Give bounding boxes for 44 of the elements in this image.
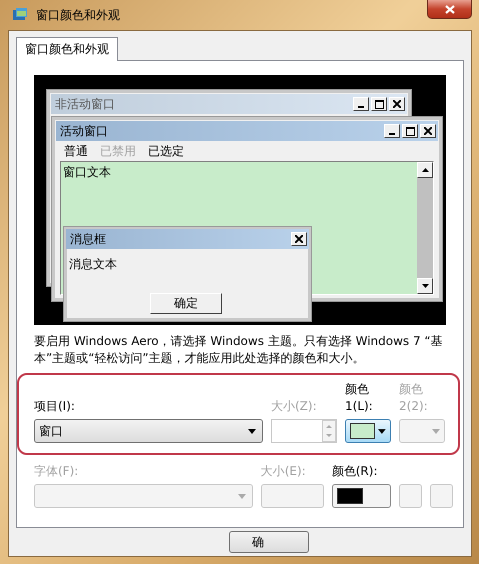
close-icon xyxy=(444,4,454,14)
item-label: 项目(I): xyxy=(34,398,76,415)
maximize-button[interactable] xyxy=(371,97,387,111)
maximize-button[interactable] xyxy=(402,124,418,138)
window-title: 窗口颜色和外观 xyxy=(36,6,120,24)
dropdown-caret-icon xyxy=(248,428,256,434)
tab[interactable]: 窗口颜色和外观 xyxy=(16,37,118,61)
dropdown-caret-icon xyxy=(378,428,386,434)
menu-item[interactable]: 已选定 xyxy=(148,143,184,160)
message-text: 消息文本 xyxy=(69,256,117,273)
close-icon xyxy=(424,127,432,135)
ok-button[interactable]: 确定 xyxy=(150,293,222,314)
up-arrow-icon xyxy=(422,168,428,172)
font-size-label: 大小(E): xyxy=(260,463,307,480)
dropdown-caret-icon xyxy=(238,494,246,498)
app-icon xyxy=(12,8,28,22)
item-dropdown[interactable]: 窗口 xyxy=(34,419,263,443)
color-1-picker[interactable] xyxy=(345,419,391,443)
window-text: 窗口文本 xyxy=(63,164,111,181)
close-button[interactable] xyxy=(427,0,472,19)
scroll-up-button[interactable] xyxy=(417,162,433,178)
close-icon xyxy=(295,235,303,243)
font-label: 字体(F): xyxy=(34,463,80,480)
color-1-label: 颜色 1(L): xyxy=(345,381,374,415)
window-title: 非活动窗口 xyxy=(55,96,115,112)
notice-text: 要启用 Windows Aero，请选择 Windows 主题。只有选择 Windows 7 “基本”主题或“轻松访问”主题，才能应用此处选择的颜色和大小。 xyxy=(34,333,444,367)
color-2-picker[interactable] xyxy=(399,419,445,443)
minimize-button[interactable] xyxy=(384,124,400,138)
font-color-picker[interactable] xyxy=(332,484,391,508)
down-arrow-icon xyxy=(422,284,428,288)
spin-arrows-icon xyxy=(322,420,336,442)
maximize-icon xyxy=(406,126,414,136)
ok-button[interactable]: 确 xyxy=(229,531,309,553)
color-2-label: 颜色 2(2): xyxy=(399,381,429,415)
scroll-down-button[interactable] xyxy=(417,278,433,294)
message-box-title: 消息框 xyxy=(70,230,106,248)
close-icon xyxy=(393,100,401,108)
dropdown-caret-icon xyxy=(432,428,440,434)
window-title: 活动窗口 xyxy=(60,122,108,140)
menu-item[interactable]: 普通 xyxy=(64,143,88,160)
font-color-label: 颜色(R): xyxy=(332,463,378,480)
size-label: 大小(Z): xyxy=(271,398,318,415)
maximize-icon xyxy=(374,100,384,108)
minimize-button[interactable] xyxy=(353,97,369,111)
